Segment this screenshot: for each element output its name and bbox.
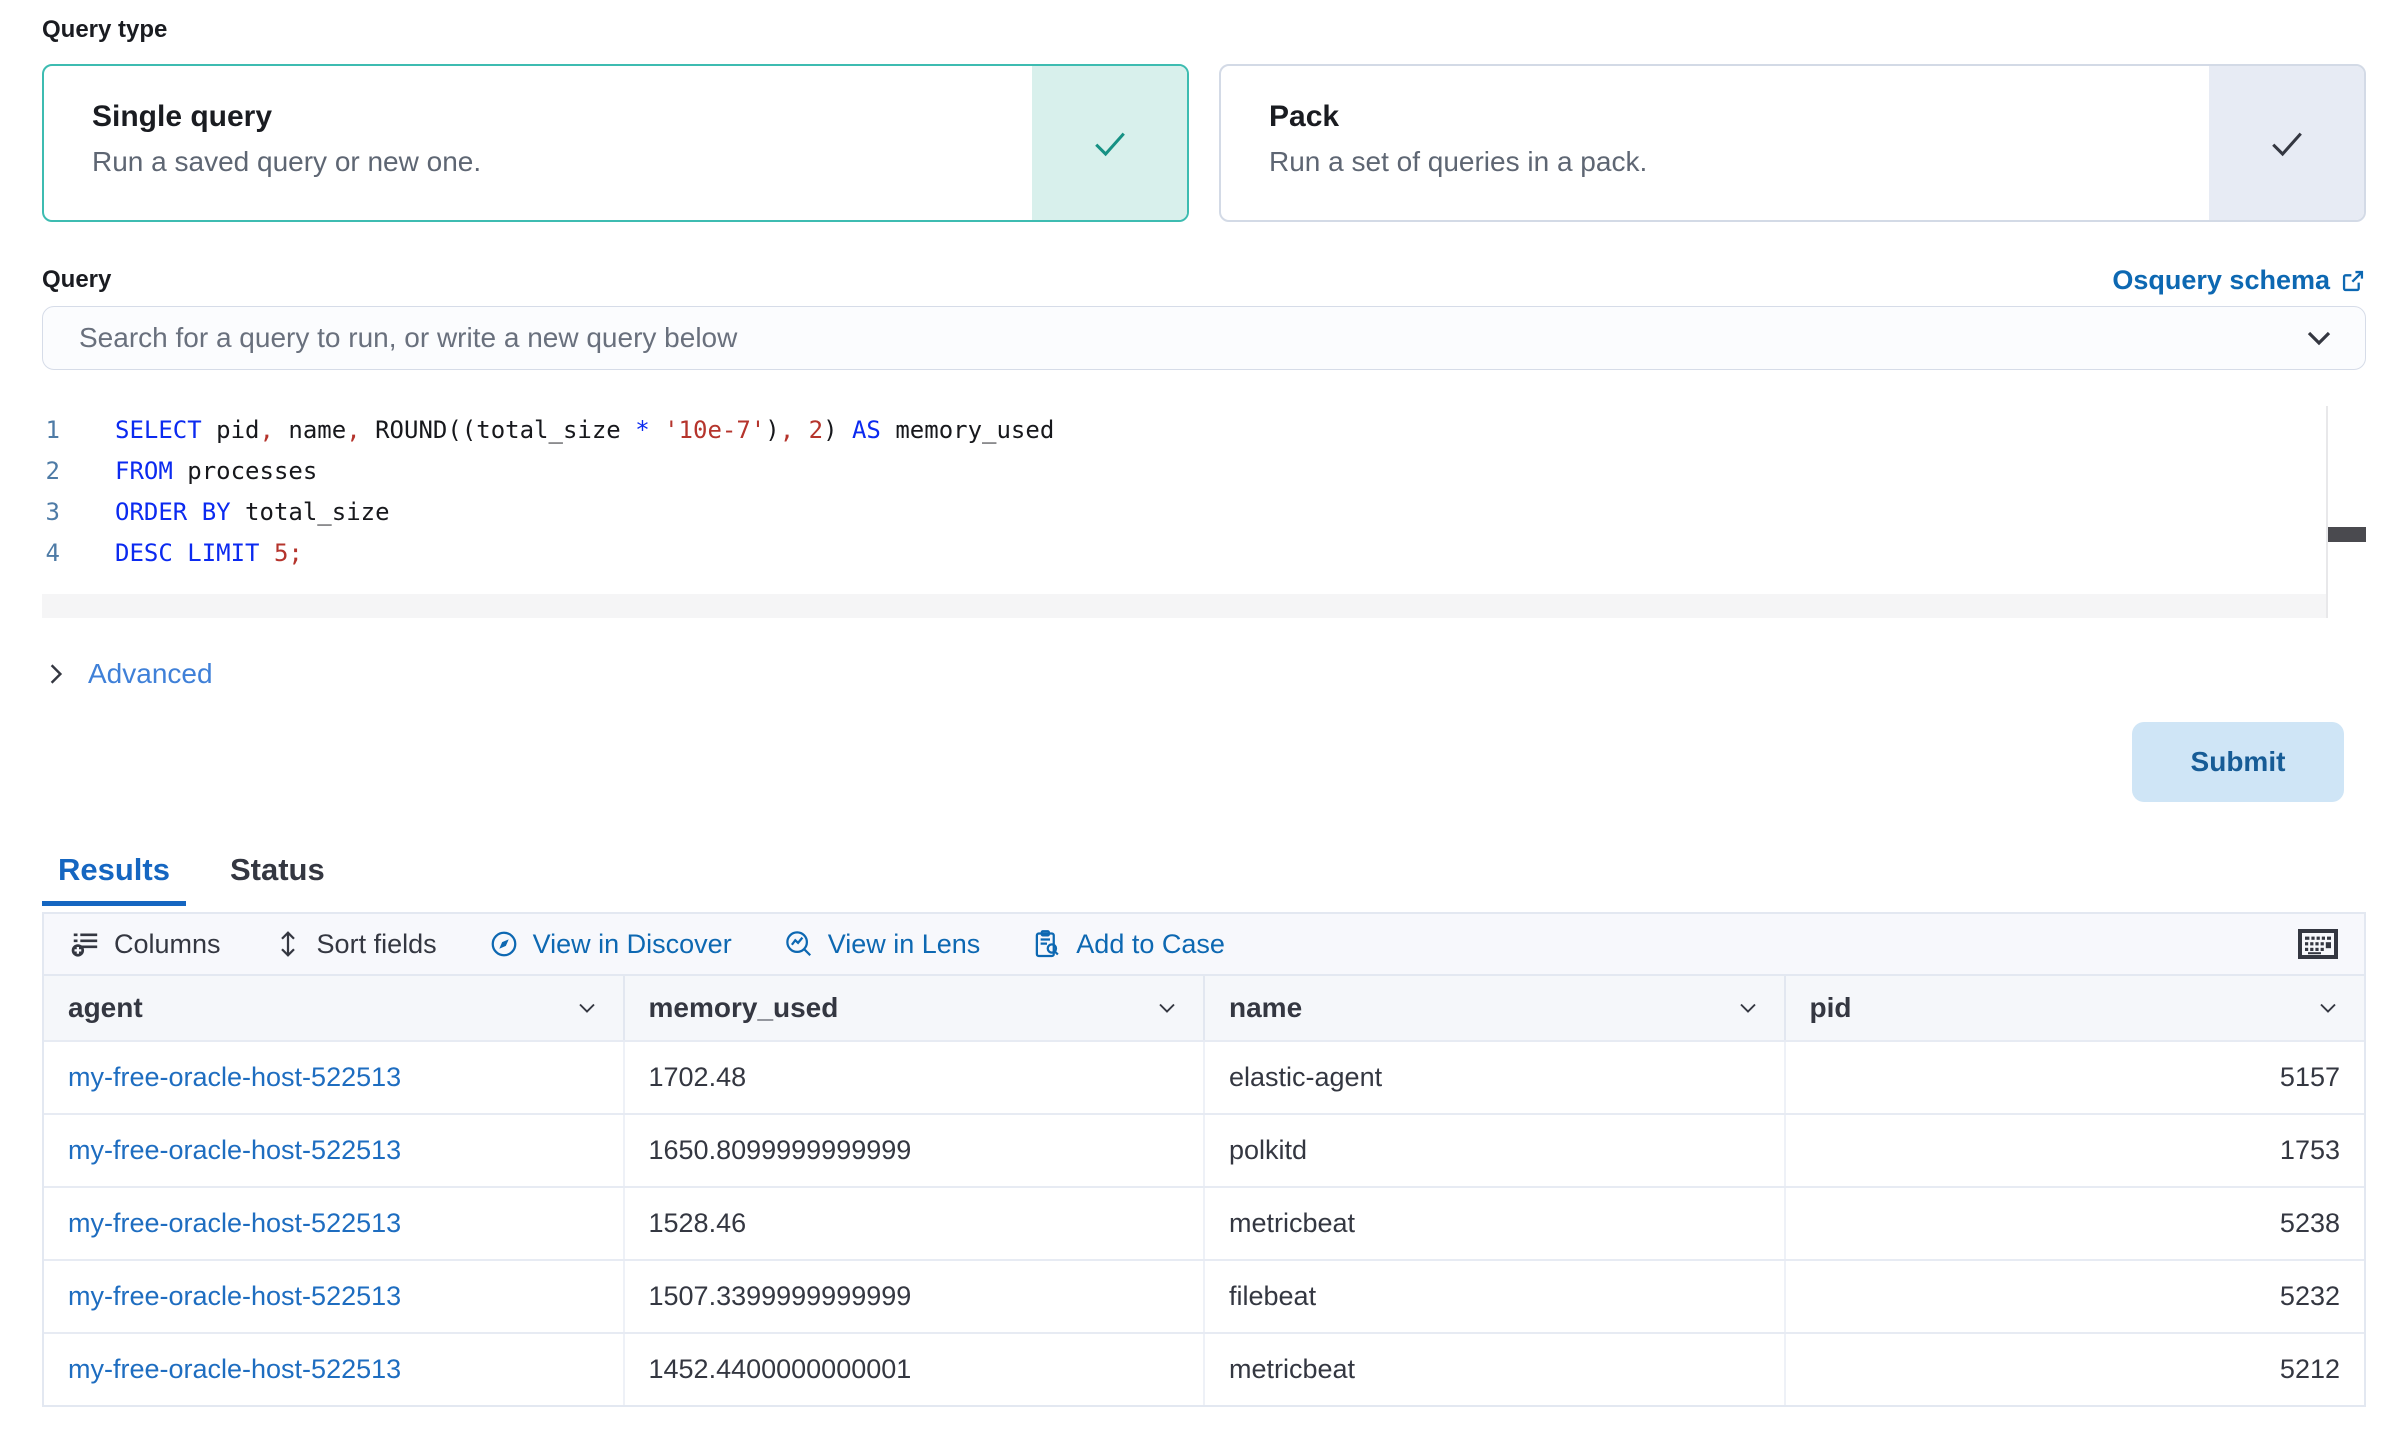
case-clipboard-icon (1032, 929, 1062, 959)
table-body: my-free-oracle-host-522513 1702.48 elast… (44, 1040, 2364, 1405)
memory-used-cell: 1452.4400000000001 (623, 1334, 1204, 1405)
column-header-name[interactable]: name (1203, 976, 1784, 1040)
external-link-icon (2340, 268, 2366, 294)
view-in-discover-label: View in Discover (533, 929, 732, 960)
lens-chart-icon (784, 929, 814, 959)
line-number: 1 (42, 410, 115, 451)
single-query-description: Run a saved query or new one. (92, 146, 1032, 178)
agent-cell: my-free-oracle-host-522513 (44, 1042, 623, 1113)
single-query-selected-check (1032, 66, 1187, 220)
osquery-live-query-page: Query type Single query Run a saved quer… (0, 0, 2408, 1407)
columns-button[interactable]: Columns (70, 929, 221, 960)
code-line: 3ORDER BY total_size (42, 492, 2366, 533)
table-header-row: agent memory_used name pid (44, 976, 2364, 1040)
agent-cell: my-free-oracle-host-522513 (44, 1188, 623, 1259)
view-in-lens-button[interactable]: View in Lens (784, 929, 981, 960)
line-number: 3 (42, 492, 115, 533)
query-label: Query (42, 266, 111, 296)
osquery-schema-link[interactable]: Osquery schema (2112, 265, 2366, 296)
pid-cell: 5232 (1784, 1261, 2365, 1332)
results-status-tabs: Results Status (42, 852, 2366, 906)
column-header-agent[interactable]: agent (44, 976, 623, 1040)
discover-compass-icon (489, 929, 519, 959)
advanced-accordion-toggle[interactable]: Advanced (42, 656, 213, 692)
agent-link[interactable]: my-free-oracle-host-522513 (68, 1062, 401, 1093)
memory-used-cell: 1650.8099999999999 (623, 1115, 1204, 1186)
advanced-label: Advanced (88, 658, 213, 690)
single-query-title: Single query (92, 100, 1032, 134)
agent-link[interactable]: my-free-oracle-host-522513 (68, 1135, 401, 1166)
columns-button-label: Columns (114, 929, 221, 960)
view-in-lens-label: View in Lens (828, 929, 981, 960)
osquery-schema-link-label: Osquery schema (2112, 265, 2330, 296)
pid-cell: 1753 (1784, 1115, 2365, 1186)
saved-query-select-placeholder: Search for a query to run, or write a ne… (79, 322, 2303, 354)
sort-fields-button-label: Sort fields (317, 929, 437, 960)
table-row: my-free-oracle-host-522513 1702.48 elast… (44, 1040, 2364, 1113)
query-type-cards: Single query Run a saved query or new on… (42, 64, 2366, 222)
code-line: 4DESC LIMIT 5; (42, 533, 2366, 574)
agent-cell: my-free-oracle-host-522513 (44, 1334, 623, 1405)
query-type-label: Query type (42, 16, 2366, 46)
pack-title: Pack (1269, 100, 2209, 134)
name-cell: elastic-agent (1203, 1042, 1784, 1113)
name-cell: polkitd (1203, 1115, 1784, 1186)
memory-used-cell: 1528.46 (623, 1188, 1204, 1259)
name-cell: metricbeat (1203, 1334, 1784, 1405)
pid-cell: 5157 (1784, 1042, 2365, 1113)
memory-used-cell: 1507.3399999999999 (623, 1261, 1204, 1332)
single-query-card[interactable]: Single query Run a saved query or new on… (42, 64, 1189, 222)
chevron-right-icon (42, 660, 70, 688)
grid-toolbar: Columns Sort fields View in Discover Vie… (44, 914, 2364, 976)
saved-query-select[interactable]: Search for a query to run, or write a ne… (42, 306, 2366, 370)
line-number: 4 (42, 533, 115, 574)
submit-button[interactable]: Submit (2132, 722, 2344, 802)
column-header-pid[interactable]: pid (1784, 976, 2365, 1040)
tab-results[interactable]: Results (42, 852, 186, 906)
pid-cell: 5212 (1784, 1334, 2365, 1405)
keyboard-shortcuts-button[interactable] (2298, 929, 2338, 959)
add-to-case-label: Add to Case (1076, 929, 1225, 960)
chevron-down-icon (2314, 994, 2342, 1022)
table-row: my-free-oracle-host-522513 1528.46 metri… (44, 1186, 2364, 1259)
column-header-memory_used[interactable]: memory_used (623, 976, 1204, 1040)
editor-cursor-marker (2328, 527, 2366, 542)
memory-used-cell: 1702.48 (623, 1042, 1204, 1113)
agent-cell: my-free-oracle-host-522513 (44, 1261, 623, 1332)
table-row: my-free-oracle-host-522513 1507.33999999… (44, 1259, 2364, 1332)
line-number: 2 (42, 451, 115, 492)
agent-link[interactable]: my-free-oracle-host-522513 (68, 1354, 401, 1385)
check-icon (1088, 121, 1132, 165)
sort-fields-button[interactable]: Sort fields (273, 929, 437, 960)
editor-bottom-gutter (42, 594, 2326, 618)
chevron-down-icon (1153, 994, 1181, 1022)
view-in-discover-button[interactable]: View in Discover (489, 929, 732, 960)
name-cell: filebeat (1203, 1261, 1784, 1332)
code-line: 1SELECT pid, name, ROUND((total_size * '… (42, 410, 2366, 451)
columns-list-add-icon (70, 929, 100, 959)
sql-code-editor[interactable]: 1SELECT pid, name, ROUND((total_size * '… (42, 406, 2366, 618)
check-icon (2265, 121, 2309, 165)
code-lines: 1SELECT pid, name, ROUND((total_size * '… (42, 406, 2366, 574)
sort-fields-icon (273, 929, 303, 959)
add-to-case-button[interactable]: Add to Case (1032, 929, 1225, 960)
table-row: my-free-oracle-host-522513 1452.44000000… (44, 1332, 2364, 1405)
chevron-down-icon (2303, 322, 2335, 354)
code-line: 2FROM processes (42, 451, 2366, 492)
pid-cell: 5238 (1784, 1188, 2365, 1259)
name-cell: metricbeat (1203, 1188, 1784, 1259)
chevron-down-icon (1734, 994, 1762, 1022)
chevron-down-icon (573, 994, 601, 1022)
pack-card[interactable]: Pack Run a set of queries in a pack. (1219, 64, 2366, 222)
keyboard-shortcuts-icon (2298, 929, 2338, 959)
editor-overview-ruler[interactable] (2326, 406, 2366, 618)
agent-link[interactable]: my-free-oracle-host-522513 (68, 1281, 401, 1312)
pack-check (2209, 66, 2364, 220)
pack-description: Run a set of queries in a pack. (1269, 146, 2209, 178)
agent-link[interactable]: my-free-oracle-host-522513 (68, 1208, 401, 1239)
table-row: my-free-oracle-host-522513 1650.80999999… (44, 1113, 2364, 1186)
agent-cell: my-free-oracle-host-522513 (44, 1115, 623, 1186)
tab-status[interactable]: Status (214, 852, 341, 906)
results-data-grid: Columns Sort fields View in Discover Vie… (42, 912, 2366, 1407)
